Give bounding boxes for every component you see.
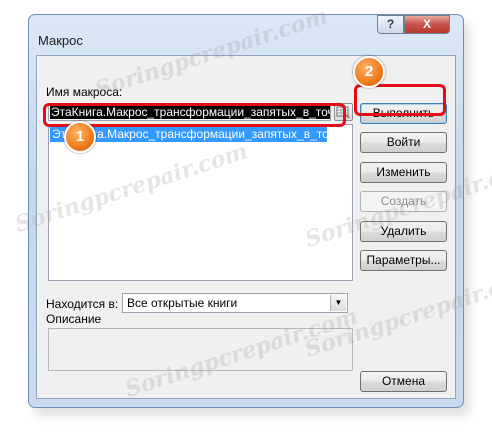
step-into-button[interactable]: Войти [360,132,447,153]
dialog-title: Макрос [38,33,83,48]
description-box [48,328,353,371]
delete-button[interactable]: Удалить [360,221,447,242]
description-label: Описание [46,312,102,326]
cancel-button[interactable]: Отмена [360,371,447,392]
help-button[interactable]: ? [377,15,404,34]
location-value: Все открытые книги [127,296,238,310]
edit-button[interactable]: Изменить [360,162,447,183]
location-label: Находится в: [46,297,119,311]
macro-list[interactable]: ЭтаКнига.Макрос_трансформации_запятых_в_… [48,124,353,281]
step-badge-2: 2 [353,56,385,88]
run-button-highlight [354,84,446,116]
close-button[interactable]: X [404,15,450,34]
macro-dialog: Макрос ? X Имя макроса: ЭтаКнига.Макрос_… [28,14,464,408]
location-select[interactable]: Все открытые книги ▼ [122,293,348,313]
step-badge-1: 1 [64,121,96,153]
macro-name-label: Имя макроса: [46,85,123,99]
options-button[interactable]: Параметры... [360,250,447,271]
create-button: Создать [360,191,447,212]
dropdown-arrow-icon[interactable]: ▼ [330,295,346,311]
